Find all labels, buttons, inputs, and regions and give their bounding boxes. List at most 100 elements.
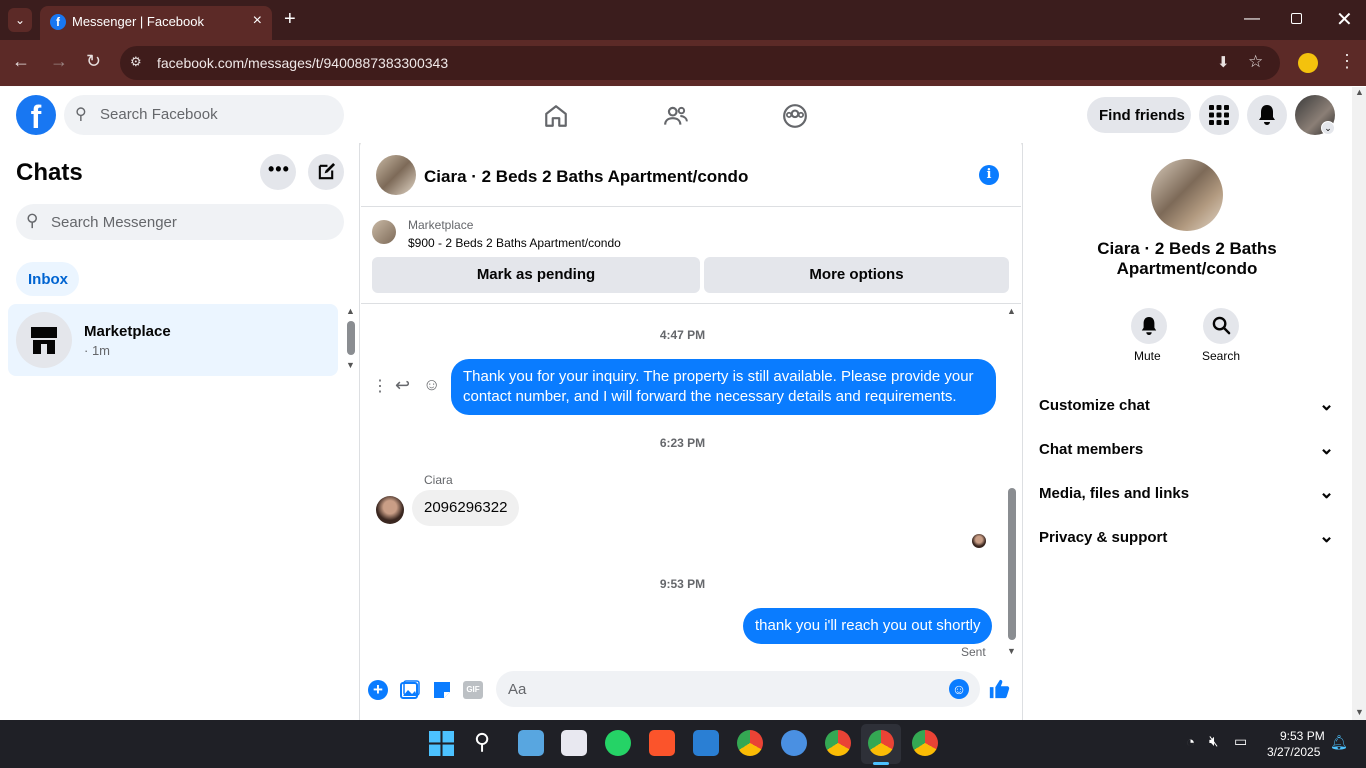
taskbar-time[interactable]: 9:53 PM — [1280, 729, 1325, 743]
privacy-support-section[interactable]: Privacy & support ⌄ — [1031, 519, 1345, 555]
restore-window-icon[interactable] — [1291, 13, 1302, 24]
chevron-down-icon: ⌄ — [1319, 394, 1335, 414]
bookmark-star-icon[interactable]: ☆ — [1248, 52, 1263, 72]
notifications-button[interactable] — [1247, 95, 1287, 135]
scroll-up-icon[interactable]: ▲ — [346, 306, 355, 316]
home-icon[interactable] — [543, 103, 569, 129]
forward-icon[interactable]: → — [50, 51, 68, 72]
scroll-up-icon[interactable]: ▲ — [1355, 87, 1364, 97]
chat-list-item[interactable]: Marketplace · 1m — [8, 304, 338, 376]
browser-tab-bar: ⌄ f Messenger | Facebook × + — ✕ — [0, 0, 1366, 40]
incoming-message-bubble[interactable]: 2096296322 — [412, 490, 520, 526]
message-input-placeholder: Aa — [508, 681, 527, 698]
scroll-thumb[interactable] — [1008, 488, 1016, 640]
menu-grid-button[interactable] — [1199, 95, 1239, 135]
windows-start-icon[interactable] — [429, 731, 454, 756]
desktop-app-icon[interactable] — [693, 730, 719, 756]
site-info-icon[interactable]: ⚙ — [130, 54, 142, 70]
thumbs-up-icon[interactable] — [988, 678, 1010, 700]
message-scrollbar[interactable]: ▲ ▼ — [1006, 306, 1018, 656]
taskbar-search-icon[interactable]: ⚲ — [474, 729, 490, 755]
chrome-profile-icon[interactable] — [825, 730, 851, 756]
chat-name: Marketplace — [84, 323, 171, 340]
chrome-secondary-icon[interactable] — [912, 730, 938, 756]
scroll-thumb[interactable] — [347, 321, 355, 355]
chat-meta: · 1m — [84, 343, 110, 358]
battery-icon[interactable]: ▭ — [1234, 733, 1247, 750]
whatsapp-icon[interactable] — [605, 730, 631, 756]
close-tab-icon[interactable]: × — [253, 12, 262, 30]
search-in-conversation-button[interactable] — [1203, 308, 1239, 344]
facebook-logo-icon[interactable]: f — [16, 95, 56, 135]
sticker-icon[interactable] — [432, 680, 452, 700]
chrome-icon[interactable] — [737, 730, 763, 756]
find-friends-button[interactable]: Find friends — [1087, 97, 1191, 133]
search-facebook-box[interactable]: ⚲ Search Facebook — [64, 95, 344, 135]
more-actions-icon[interactable]: + — [368, 680, 388, 700]
notification-bell-icon[interactable]: 🔔︎ — [1330, 734, 1348, 751]
react-emoji-icon[interactable]: ☺ — [423, 375, 440, 395]
scroll-down-icon[interactable]: ▼ — [1007, 646, 1016, 656]
profile-icon[interactable] — [1298, 53, 1318, 73]
message-input[interactable]: Aa ☺ — [496, 671, 980, 707]
scroll-down-icon[interactable]: ▼ — [346, 360, 355, 370]
chat-members-section[interactable]: Chat members ⌄ — [1031, 431, 1345, 467]
reply-icon[interactable]: ↩ — [395, 375, 410, 396]
tab-search-button[interactable]: ⌄ — [8, 8, 32, 32]
photo-icon[interactable] — [400, 680, 420, 700]
listing-avatar[interactable] — [376, 155, 416, 195]
close-window-icon[interactable]: ✕ — [1336, 7, 1353, 32]
search-messenger-box[interactable]: ⚲ Search Messenger — [16, 204, 344, 240]
listing-title[interactable]: $900 - 2 Beds 2 Baths Apartment/condo — [408, 236, 621, 250]
reload-icon[interactable]: ↻ — [86, 51, 101, 72]
friends-icon[interactable] — [663, 103, 689, 129]
outgoing-message-bubble[interactable]: thank you i'll reach you out shortly — [743, 608, 993, 644]
page-scrollbar[interactable]: ▲ ▼ — [1352, 87, 1366, 720]
mark-as-pending-button[interactable]: Mark as pending — [372, 257, 700, 293]
chrome-active-icon[interactable] — [868, 730, 894, 756]
info-icon[interactable]: i — [979, 165, 999, 185]
emoji-icon[interactable]: ☺ — [949, 679, 969, 699]
account-chevron-icon[interactable]: ⌄ — [1321, 121, 1335, 135]
wifi-icon[interactable]: ◔ — [1186, 734, 1195, 751]
conversation-header: Ciara · 2 Beds 2 Baths Apartment/condo i — [361, 143, 1021, 207]
outgoing-message-bubble[interactable]: Thank you for your inquiry. The property… — [451, 359, 996, 415]
scroll-up-icon[interactable]: ▲ — [1007, 306, 1016, 316]
gif-icon[interactable]: GIF — [463, 681, 483, 699]
taskbar-date[interactable]: 3/27/2025 — [1267, 745, 1320, 759]
active-tab[interactable]: f Messenger | Facebook × — [40, 6, 272, 40]
scroll-down-icon[interactable]: ▼ — [1355, 707, 1364, 717]
chat-options-button[interactable]: ••• — [260, 154, 296, 190]
sync-app-icon[interactable] — [781, 730, 807, 756]
message-more-icon[interactable]: ⋮ — [372, 376, 388, 396]
mute-button[interactable] — [1131, 308, 1167, 344]
message-list: 4:47 PM ⋮ ↩ ☺ Thank you for your inquiry… — [361, 305, 1021, 656]
listing-thumbnail[interactable] — [372, 220, 396, 244]
calendar-app-icon[interactable] — [561, 730, 587, 756]
notepad-icon[interactable] — [518, 730, 544, 756]
back-icon[interactable]: ← — [12, 51, 30, 72]
listing-large-avatar[interactable] — [1151, 159, 1223, 231]
more-options-button[interactable]: More options — [704, 257, 1009, 293]
minimize-window-icon[interactable]: — — [1244, 10, 1260, 28]
groups-icon[interactable] — [782, 103, 808, 129]
section-label: Media, files and links — [1039, 485, 1190, 502]
customize-chat-section[interactable]: Customize chat ⌄ — [1031, 387, 1345, 423]
more-dots-icon: ••• — [268, 159, 290, 179]
media-files-links-section[interactable]: Media, files and links ⌄ — [1031, 475, 1345, 511]
chat-list-scrollbar[interactable]: ▲ ▼ — [345, 306, 357, 372]
chevron-down-icon: ⌄ — [1319, 438, 1335, 458]
search-facebook-placeholder: Search Facebook — [100, 106, 218, 123]
conversation-title[interactable]: Ciara · 2 Beds 2 Baths Apartment/condo — [424, 167, 748, 187]
listing-banner: Marketplace $900 - 2 Beds 2 Baths Apartm… — [361, 208, 1021, 304]
volume-muted-icon[interactable]: 🔇︎ — [1209, 733, 1218, 750]
ciara-avatar[interactable] — [376, 496, 404, 524]
install-app-icon[interactable]: ⬇ — [1217, 53, 1230, 71]
new-message-button[interactable] — [308, 154, 344, 190]
brave-browser-icon[interactable] — [649, 730, 675, 756]
inbox-filter-tab[interactable]: Inbox — [16, 262, 79, 296]
address-bar[interactable]: ⚙ facebook.com/messages/t/94008873833003… — [120, 46, 1280, 80]
tab-title: Messenger | Facebook — [72, 14, 204, 29]
new-tab-button[interactable]: + — [284, 8, 296, 31]
browser-menu-icon[interactable]: ⋮ — [1338, 51, 1356, 72]
